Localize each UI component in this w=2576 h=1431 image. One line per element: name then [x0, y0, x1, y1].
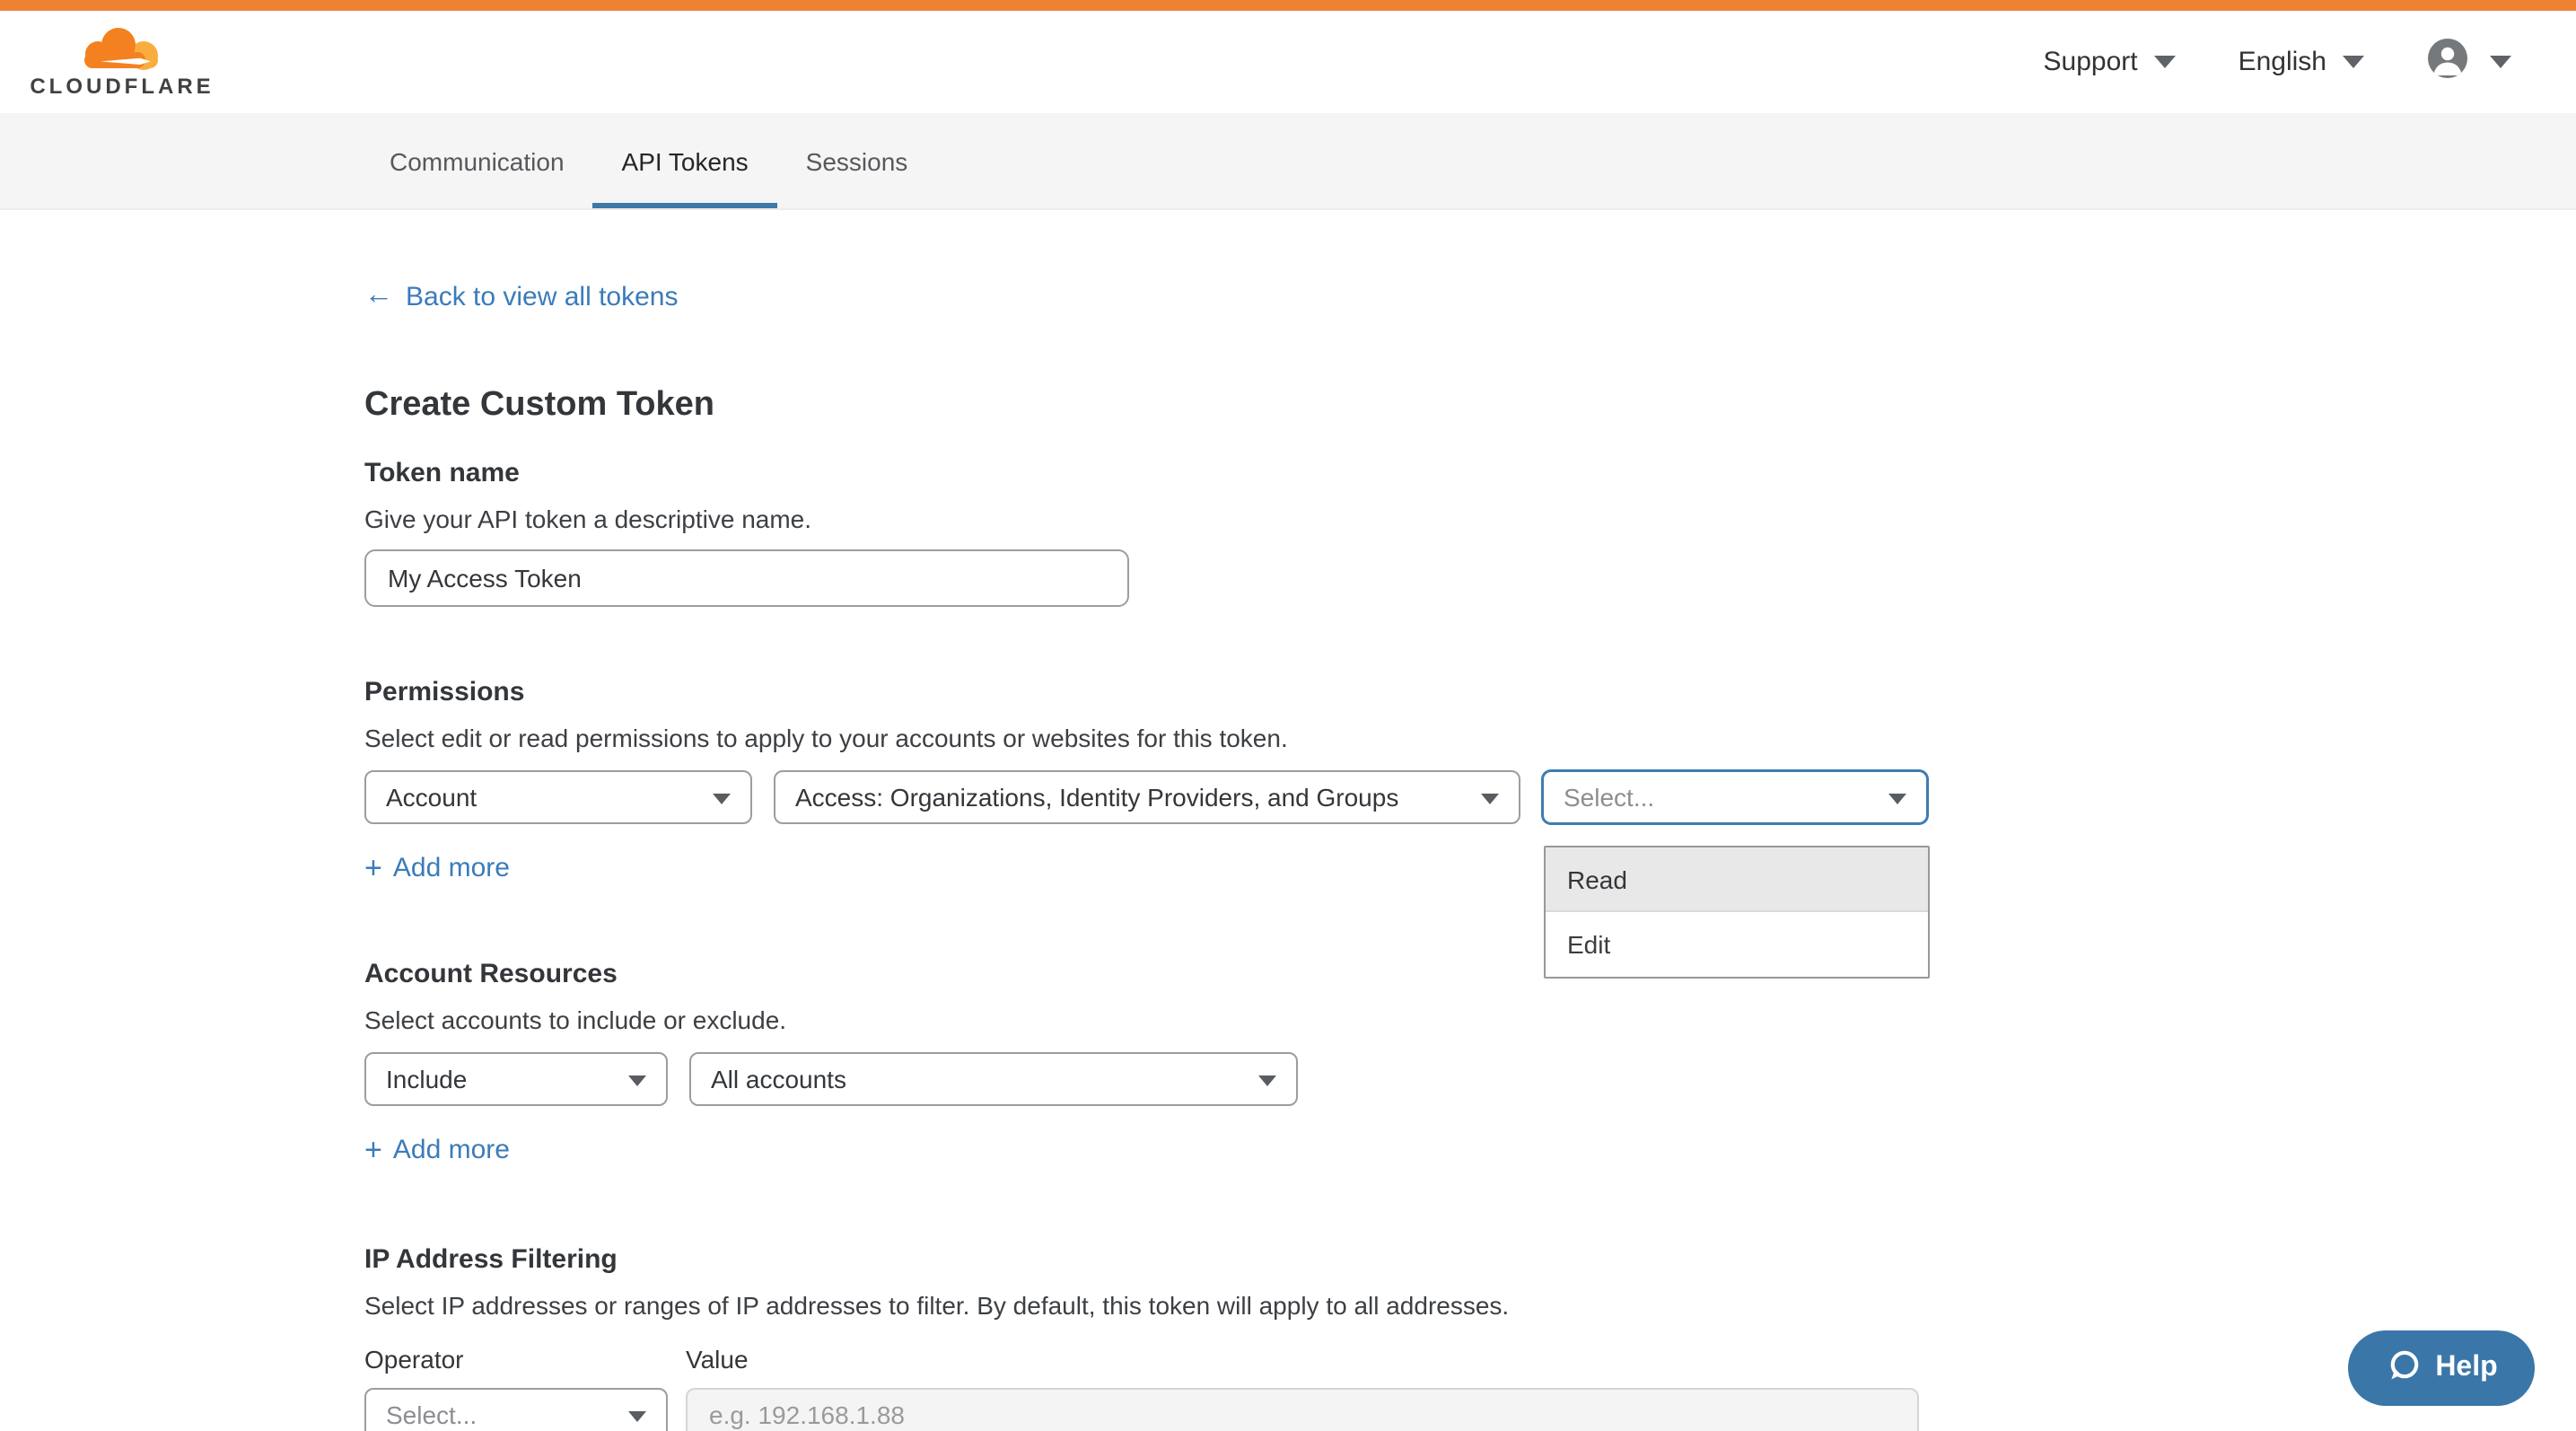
- help-button-label: Help: [2435, 1352, 2497, 1384]
- chevron-down-icon: [2490, 56, 2511, 68]
- resource-mode-select[interactable]: Include: [364, 1052, 668, 1106]
- ip-filtering-section: IP Address Filtering Select IP addresses…: [364, 1244, 2576, 1431]
- cloudflare-logo[interactable]: CLOUDFLARE: [32, 26, 212, 98]
- page-title: Create Custom Token: [364, 386, 2576, 426]
- help-button[interactable]: Help: [2348, 1330, 2535, 1406]
- brand-accent-bar: [0, 0, 2576, 11]
- add-more-label: Add more: [393, 853, 510, 883]
- main-content: ← Back to view all tokens Create Custom …: [0, 210, 2576, 1431]
- account-resources-add-more-link[interactable]: + Add more: [364, 1135, 510, 1165]
- support-label: Support: [2044, 47, 2138, 77]
- header-nav: Support English: [2044, 38, 2512, 86]
- permissions-description: Select edit or read permissions to apply…: [364, 724, 2576, 752]
- chat-bubble-icon: [2385, 1348, 2421, 1389]
- chevron-down-icon: [713, 794, 731, 804]
- cloudflare-wordmark: CLOUDFLARE: [30, 73, 214, 98]
- plus-icon: +: [364, 853, 382, 883]
- chevron-down-icon: [2343, 56, 2364, 68]
- chevron-down-icon: [1481, 794, 1499, 804]
- resource-accounts-value: All accounts: [711, 1065, 846, 1093]
- language-label: English: [2239, 47, 2326, 77]
- tab-bar: Communication API Tokens Sessions: [0, 113, 2576, 210]
- chevron-down-icon: [628, 1075, 646, 1086]
- tab-api-tokens[interactable]: API Tokens: [593, 113, 777, 208]
- chevron-down-icon: [1258, 1075, 1276, 1086]
- avatar-icon: [2427, 38, 2468, 86]
- permission-resource-value: Access: Organizations, Identity Provider…: [795, 783, 1398, 812]
- value-label: Value: [686, 1345, 749, 1374]
- account-menu[interactable]: [2427, 38, 2511, 86]
- header: CLOUDFLARE Support English: [0, 11, 2576, 113]
- support-menu[interactable]: Support: [2044, 47, 2176, 77]
- menu-option-edit[interactable]: Edit: [1546, 912, 1928, 977]
- token-name-description: Give your API token a descriptive name.: [364, 505, 2576, 533]
- back-to-tokens-link[interactable]: ← Back to view all tokens: [364, 280, 679, 312]
- permission-scope-value: Account: [386, 783, 477, 812]
- tab-sessions[interactable]: Sessions: [777, 113, 937, 208]
- permissions-heading: Permissions: [364, 677, 2576, 707]
- ip-filtering-description: Select IP addresses or ranges of IP addr…: [364, 1291, 2576, 1320]
- operator-label: Operator: [364, 1345, 686, 1374]
- account-resources-row: Include All accounts: [364, 1052, 2576, 1106]
- token-name-section: Token name Give your API token a descrip…: [364, 458, 2576, 607]
- chevron-down-icon: [628, 1411, 646, 1422]
- resource-mode-value: Include: [386, 1065, 467, 1093]
- account-resources-description: Select accounts to include or exclude.: [364, 1005, 2576, 1034]
- ip-operator-select[interactable]: Select...: [364, 1388, 668, 1431]
- menu-option-read[interactable]: Read: [1546, 847, 1928, 912]
- ip-operator-placeholder: Select...: [386, 1400, 477, 1429]
- chevron-down-icon: [1888, 794, 1906, 804]
- resource-accounts-select[interactable]: All accounts: [689, 1052, 1298, 1106]
- language-menu[interactable]: English: [2239, 47, 2364, 77]
- token-name-heading: Token name: [364, 458, 2576, 488]
- permissions-section: Permissions Select edit or read permissi…: [364, 677, 2576, 887]
- back-link-label: Back to view all tokens: [406, 281, 679, 312]
- permission-level-menu: Read Edit: [1544, 846, 1930, 979]
- permission-scope-select[interactable]: Account: [364, 770, 752, 824]
- permissions-row: Account Access: Organizations, Identity …: [364, 770, 2576, 824]
- ip-value-input[interactable]: [686, 1388, 1919, 1431]
- ip-controls-row: Select...: [364, 1388, 2576, 1431]
- account-resources-section: Account Resources Select accounts to inc…: [364, 959, 2576, 1169]
- left-arrow-icon: ←: [364, 280, 393, 312]
- tab-communication[interactable]: Communication: [361, 113, 593, 208]
- ip-filtering-heading: IP Address Filtering: [364, 1244, 2576, 1275]
- permission-resource-select[interactable]: Access: Organizations, Identity Provider…: [774, 770, 1520, 824]
- account-resources-heading: Account Resources: [364, 959, 2576, 989]
- plus-icon: +: [364, 1135, 382, 1165]
- chevron-down-icon: [2154, 56, 2176, 68]
- ip-labels-row: Operator Value: [364, 1345, 2576, 1374]
- permission-level-select[interactable]: Select... Read Edit: [1542, 770, 1928, 824]
- cloudflare-cloud-icon: [79, 26, 165, 71]
- token-name-input[interactable]: [364, 549, 1129, 607]
- add-more-label: Add more: [393, 1135, 510, 1165]
- permission-level-placeholder: Select...: [1564, 783, 1654, 812]
- page: CLOUDFLARE Support English: [0, 0, 2576, 1431]
- permissions-add-more-link[interactable]: + Add more: [364, 853, 510, 883]
